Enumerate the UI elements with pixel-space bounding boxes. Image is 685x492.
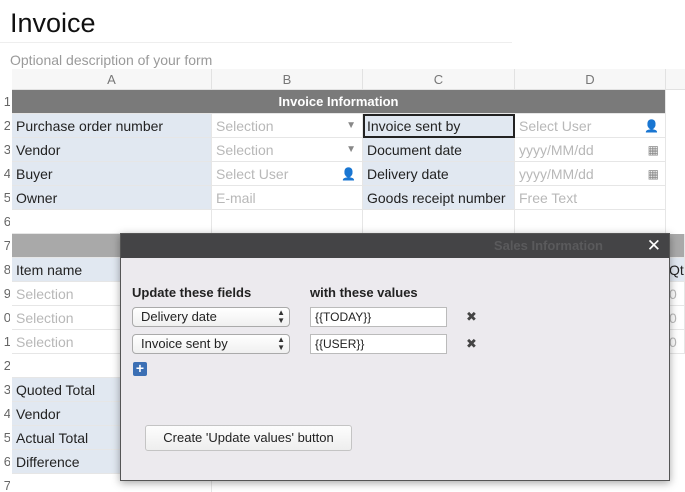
cell-invoice-sent-by-user[interactable]: Select User 👤 — [515, 114, 666, 138]
cell-vendor-dropdown[interactable]: Selection ▼ — [212, 138, 363, 162]
add-row-icon[interactable]: + — [133, 361, 147, 376]
field-select-value: Invoice sent by — [141, 336, 228, 351]
select-arrows-icon: ▲ ▼ — [277, 308, 285, 325]
caret-down-icon: ▼ — [346, 120, 356, 131]
row-number[interactable]: 9 — [0, 282, 10, 306]
dialog-header-behind-text: Sales Information — [493, 238, 603, 253]
cell-buyer-label[interactable]: Buyer — [12, 162, 212, 186]
cell-delivery-date-label[interactable]: Delivery date — [363, 162, 515, 186]
invoice-information-header[interactable]: Invoice Information — [12, 90, 666, 114]
row-number[interactable]: 7 — [0, 474, 10, 492]
remove-row-icon[interactable]: ✖ — [466, 337, 477, 351]
column-header-d[interactable]: D — [515, 69, 666, 90]
remove-row-icon[interactable]: ✖ — [466, 310, 477, 324]
cell-buyer-user[interactable]: Select User 👤 — [212, 162, 363, 186]
row-number[interactable]: 1 — [0, 330, 10, 354]
row-number[interactable]: 6 — [0, 450, 10, 474]
row-number[interactable]: 3 — [0, 138, 10, 162]
cell-value: yyyy/MM/dd — [519, 142, 594, 158]
cell-vendor-label[interactable]: Vendor — [12, 138, 212, 162]
empty-cell[interactable] — [363, 210, 515, 234]
row-number[interactable]: 2 — [0, 114, 10, 138]
column-header-c[interactable]: C — [363, 69, 515, 90]
row-number[interactable]: 0 — [0, 306, 10, 330]
row-number[interactable]: 3 — [0, 378, 10, 402]
cell-document-date-label[interactable]: Document date — [363, 138, 515, 162]
cell-document-date-input[interactable]: yyyy/MM/dd ▦ — [515, 138, 666, 162]
row-number[interactable]: 6 — [0, 210, 10, 234]
calendar-icon: ▦ — [647, 143, 659, 157]
row-number[interactable]: 5 — [0, 426, 10, 450]
row-number[interactable]: 1 — [0, 90, 10, 114]
cell-value: Selection — [216, 118, 274, 134]
row-number[interactable]: 2 — [0, 354, 10, 378]
cell-invoice-sent-by-label[interactable]: Invoice sent by — [363, 114, 515, 138]
column-header-b[interactable]: B — [212, 69, 363, 90]
empty-cell[interactable] — [12, 210, 212, 234]
field-select[interactable]: Delivery date ▲ ▼ — [132, 307, 290, 327]
close-icon[interactable]: ✕ — [647, 234, 661, 258]
select-arrows-icon: ▲ ▼ — [277, 335, 285, 352]
user-icon: 👤 — [341, 167, 356, 181]
cell-value: Selection — [216, 142, 274, 158]
empty-cell[interactable] — [515, 210, 666, 234]
cell-delivery-date-input[interactable]: yyyy/MM/dd ▦ — [515, 162, 666, 186]
column-header-e[interactable] — [666, 69, 685, 90]
calendar-icon: ▦ — [647, 167, 659, 181]
update-fields-label: Update these fields — [132, 285, 252, 300]
cell-purchase-order-label[interactable]: Purchase order number — [12, 114, 212, 138]
row-number[interactable]: 4 — [0, 402, 10, 426]
cell-goods-receipt-input[interactable]: Free Text — [515, 186, 666, 210]
cell-owner-label[interactable]: Owner — [12, 186, 212, 210]
caret-down-icon: ▼ — [346, 144, 356, 155]
update-values-dialog: Sales Information ✕ Update these fields … — [120, 233, 670, 481]
cell-goods-receipt-label[interactable]: Goods receipt number — [363, 186, 515, 210]
user-icon: 👤 — [644, 119, 659, 133]
value-input[interactable]: {{TODAY}} — [310, 307, 447, 327]
row-number[interactable]: 8 — [0, 258, 10, 282]
cell-value: Select User — [216, 166, 289, 182]
cell-owner-email[interactable]: E-mail — [212, 186, 363, 210]
create-update-values-button[interactable]: Create 'Update values' button — [145, 425, 352, 451]
row-number[interactable]: 5 — [0, 186, 10, 210]
row-number[interactable]: 4 — [0, 162, 10, 186]
cell-purchase-order-dropdown[interactable]: Selection ▼ — [212, 114, 363, 138]
field-select-value: Delivery date — [141, 309, 217, 324]
empty-cell[interactable] — [212, 210, 363, 234]
cell-value: yyyy/MM/dd — [519, 166, 594, 182]
column-header-a[interactable]: A — [12, 69, 212, 90]
row-number[interactable]: 7 — [0, 234, 10, 258]
value-input[interactable]: {{USER}} — [310, 334, 447, 354]
field-select[interactable]: Invoice sent by ▲ ▼ — [132, 334, 290, 354]
cell-value: Select User — [519, 118, 592, 134]
dialog-header[interactable]: Sales Information ✕ — [121, 234, 669, 258]
with-values-label: with these values — [310, 285, 418, 300]
